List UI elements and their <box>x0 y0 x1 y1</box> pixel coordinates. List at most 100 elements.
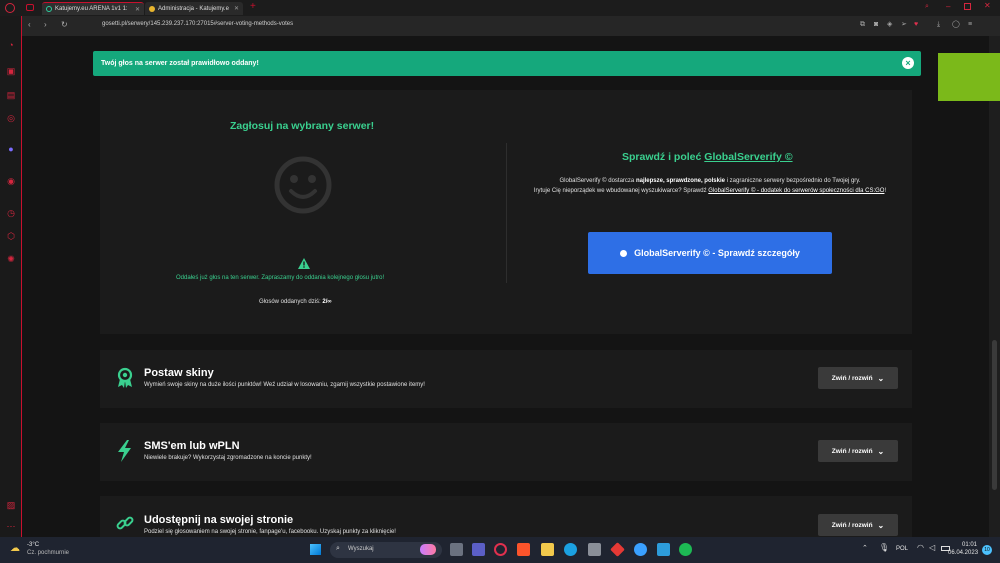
search-icon: ⌕ <box>336 545 340 552</box>
link-icon <box>116 516 134 530</box>
download-icon[interactable]: ⤓ <box>937 21 940 29</box>
volume-icon[interactable]: ◁ <box>929 543 935 552</box>
clock-time[interactable]: 01:01 <box>962 542 977 548</box>
history-icon[interactable]: ◷ <box>5 208 17 218</box>
tab-administracja[interactable]: Administracja - Katujemy.e ✕ <box>145 2 243 15</box>
teams-icon[interactable] <box>472 543 485 556</box>
section-desc: Podziel się głosowaniem na swojej stroni… <box>144 529 396 535</box>
gallery-icon[interactable]: ▨ <box>5 500 17 510</box>
heart-icon[interactable]: ♥ <box>914 21 918 29</box>
close-icon[interactable]: ✕ <box>135 6 140 13</box>
gs-title-link[interactable]: GlobalServerify © <box>704 151 792 163</box>
app-multicolor-icon[interactable] <box>634 543 647 556</box>
clock-date[interactable]: 06.04.2023 <box>948 550 978 556</box>
tab-favicon <box>46 6 52 12</box>
browser-sidebar: ◔ ▣ ▤ ◎ ● ◉ ◷ ⬡ ✺ ▨ ⋯ <box>0 16 22 537</box>
toggle-label: Zwiń / rozwiń <box>831 374 873 382</box>
cube-icon[interactable]: ⬡ <box>5 231 17 241</box>
warning-icon <box>298 258 310 269</box>
microphone-icon[interactable]: 🎙 <box>879 543 889 552</box>
brave-icon[interactable] <box>517 543 530 556</box>
send-icon[interactable]: ➢ <box>901 21 907 29</box>
app-red-icon[interactable] <box>610 542 625 557</box>
player-icon[interactable]: ◉ <box>5 176 17 186</box>
section-sms-wpln: SMS'em lub wPLN Niewiele brakuje? Wykorz… <box>100 423 912 481</box>
instagram-icon[interactable]: ◎ <box>5 113 17 123</box>
settings-icon[interactable]: ✺ <box>5 254 17 264</box>
votes-value: 2/∞ <box>322 299 332 305</box>
reload-icon[interactable]: ↻ <box>61 21 68 29</box>
start-icon[interactable] <box>310 544 321 555</box>
collapse-toggle-button[interactable]: Zwiń / rozwiń ⌄ <box>818 514 898 536</box>
gs-description: GlobalServerify © dostarcza najlepsze, s… <box>520 176 900 196</box>
messenger-icon[interactable]: ● <box>5 144 17 154</box>
shopping-icon[interactable]: ▣ <box>5 66 17 76</box>
maximize-icon[interactable] <box>964 3 971 10</box>
gs-text-3: Irytuje Cię nieporządek we wbudowanej wy… <box>533 188 707 194</box>
app-window-icon[interactable] <box>657 543 670 556</box>
collapse-toggle-button[interactable]: Zwiń / rozwiń ⌄ <box>818 440 898 462</box>
shield-icon[interactable]: ◈ <box>887 21 892 29</box>
back-icon[interactable]: ‹ <box>28 21 31 29</box>
close-icon[interactable]: ✕ <box>234 5 239 12</box>
weather-icon[interactable]: ☁ <box>10 543 20 554</box>
twitch-icon[interactable]: ▤ <box>5 90 17 100</box>
speed-dial-icon[interactable]: ◔ <box>5 40 17 50</box>
weather-desc[interactable]: Cz. pochmurnie <box>27 550 69 556</box>
alert-text: Twój głos na serwer został prawidłowo od… <box>101 60 259 67</box>
url-field[interactable]: gosetti.pl/serwery/145.239.237.170:27015… <box>102 21 293 27</box>
search-box[interactable]: ⌕ Wyszukaj <box>330 542 442 558</box>
spotify-icon[interactable] <box>679 543 692 556</box>
gs-title: Sprawdź i poleć GlobalServerify © <box>622 151 793 163</box>
new-tab-button[interactable]: + <box>250 1 256 12</box>
close-icon[interactable]: × <box>902 57 914 69</box>
extensions-icon[interactable]: ⧉ <box>860 21 865 29</box>
divider <box>506 143 507 283</box>
file-explorer-icon[interactable] <box>541 543 554 556</box>
tab-title: Administracja - Katujemy.e <box>158 5 229 12</box>
lightning-icon <box>118 440 131 462</box>
close-window-icon[interactable]: ✕ <box>984 1 991 10</box>
gs-addon-link[interactable]: GlobalServerify © - dodatek do serwerów … <box>708 188 884 194</box>
search-tabs-icon[interactable]: ⌕ <box>925 3 929 11</box>
chevron-down-icon: ⌄ <box>877 446 885 456</box>
opera-logo-icon[interactable] <box>5 3 15 13</box>
award-icon <box>117 367 133 388</box>
language-indicator[interactable]: POL <box>896 546 908 552</box>
section-udostepnij: Udostępnij na swojej stronie Podziel się… <box>100 496 912 537</box>
section-desc: Wymień swoje skiny na duże ilości punktó… <box>144 382 425 388</box>
camera-icon[interactable]: ◙ <box>874 21 878 29</box>
edge-icon[interactable] <box>564 543 577 556</box>
task-view-icon[interactable] <box>450 543 463 556</box>
votes-today: Głosów oddanych dziś: 2/∞ <box>259 299 332 305</box>
votes-label: Głosów oddanych dziś: <box>259 299 321 305</box>
collapse-toggle-button[interactable]: Zwiń / rozwiń ⌄ <box>818 367 898 389</box>
notification-badge[interactable]: 10 <box>982 545 992 555</box>
ad-banner[interactable] <box>938 53 1000 101</box>
windows-taskbar: ☁ -3°C Cz. pochmurnie ⌕ Wyszukaj ⌃ 🎙 POL… <box>0 537 1000 563</box>
more-icon[interactable]: ⋯ <box>5 521 17 531</box>
store-icon[interactable] <box>588 543 601 556</box>
tab-katujemy[interactable]: Katujemy.eu ARENA 1v1 1: ✕ <box>42 2 144 15</box>
gs-details-button[interactable]: GlobalServerify © - Sprawdź szczegóły <box>588 232 832 274</box>
forward-icon[interactable]: › <box>44 21 47 29</box>
gs-text-bold: najlepsze, sprawdzone, polskie <box>635 178 725 184</box>
gs-text-end: ! <box>884 188 887 194</box>
toggle-label: Zwiń / rozwiń <box>831 447 873 455</box>
chevron-up-icon[interactable]: ⌃ <box>862 544 868 552</box>
gs-text-2: i zagraniczne serwery bezpośrednio do Tw… <box>726 178 861 184</box>
menu-icon[interactable]: ≡ <box>968 21 972 29</box>
section-postaw-skiny: Postaw skiny Wymień swoje skiny na duże … <box>100 350 912 408</box>
gs-text-1: GlobalServerify © dostarcza <box>559 178 635 184</box>
search-placeholder: Wyszukaj <box>348 546 374 552</box>
tab-title: Katujemy.eu ARENA 1v1 1: <box>55 6 128 12</box>
scrollbar-thumb[interactable] <box>992 340 997 490</box>
success-alert: Twój głos na serwer został prawidłowo od… <box>93 51 921 76</box>
profile-icon[interactable]: ◯ <box>952 21 960 29</box>
vote-title: Zagłosuj na wybrany serwer! <box>230 120 375 132</box>
opera-taskbar-icon[interactable] <box>494 543 507 556</box>
weather-temp[interactable]: -3°C <box>27 542 39 548</box>
wifi-icon[interactable]: ◠ <box>917 543 924 552</box>
tab-icon[interactable] <box>26 4 34 11</box>
minimize-icon[interactable]: – <box>946 2 950 11</box>
